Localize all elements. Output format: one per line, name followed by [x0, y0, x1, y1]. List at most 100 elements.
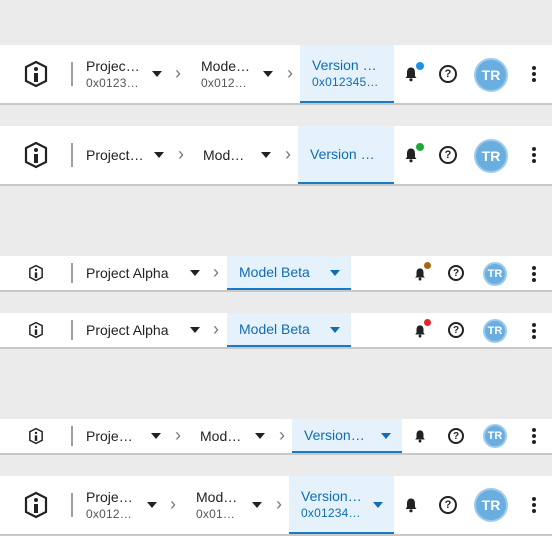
- notification-dot: [416, 62, 424, 70]
- model-id: 0x0123456789: [201, 76, 253, 90]
- help-icon[interactable]: ?: [439, 146, 457, 164]
- version-selector[interactable]: Version Gamma 0x0123456789: [300, 45, 394, 103]
- caret-down-icon[interactable]: [261, 152, 271, 158]
- model-label: Model Beta: [200, 428, 244, 444]
- model-selector[interactable]: Model Beta: [203, 126, 249, 184]
- bell-icon[interactable]: [413, 267, 427, 281]
- notification-dot: [424, 262, 431, 269]
- caret-down-icon[interactable]: [252, 502, 262, 508]
- chevron-right-icon: ›: [178, 144, 184, 164]
- nav-bar-4: Project Alpha › Model Beta ? TR: [0, 313, 552, 349]
- caret-down-icon[interactable]: [381, 433, 391, 439]
- bell-icon[interactable]: [403, 497, 419, 513]
- caret-down-icon[interactable]: [190, 327, 200, 333]
- chevron-right-icon: ›: [276, 494, 282, 514]
- avatar[interactable]: TR: [483, 319, 507, 343]
- caret-down-icon[interactable]: [330, 270, 340, 276]
- version-label: Version Gamma: [301, 488, 363, 504]
- caret-down-icon[interactable]: [263, 71, 273, 77]
- help-icon[interactable]: ?: [448, 265, 464, 281]
- help-icon[interactable]: ?: [448, 322, 464, 338]
- project-selector[interactable]: Project Alpha: [86, 256, 169, 290]
- info-logo-icon[interactable]: [22, 490, 50, 520]
- nav-bar-2: Project Alpha › Model Beta › Version Gam…: [0, 126, 552, 186]
- model-label: Model Beta: [196, 489, 240, 505]
- project-selector[interactable]: Project Alpha: [86, 126, 144, 184]
- version-label: Version Gamma: [304, 427, 366, 443]
- info-logo-icon[interactable]: [22, 59, 50, 89]
- help-icon[interactable]: ?: [448, 428, 464, 444]
- model-label: Model Beta: [201, 58, 253, 74]
- version-id: 0x0123456789: [312, 75, 384, 89]
- divider: [71, 320, 73, 340]
- version-selector[interactable]: Version Gamma: [298, 126, 394, 184]
- divider: [71, 62, 73, 86]
- project-selector[interactable]: Project Alpha: [86, 419, 138, 453]
- model-selector[interactable]: Model Beta 0x0123456789: [196, 476, 240, 534]
- project-selector[interactable]: Project Alpha: [86, 313, 169, 347]
- divider: [71, 263, 73, 283]
- version-label: Version Gamma: [312, 57, 384, 73]
- project-label: Project Alpha: [86, 428, 138, 444]
- chevron-right-icon: ›: [175, 425, 181, 445]
- caret-down-icon[interactable]: [373, 502, 383, 508]
- project-label: Project Alpha: [86, 489, 134, 505]
- caret-down-icon[interactable]: [152, 71, 162, 77]
- info-logo-icon[interactable]: [27, 427, 45, 445]
- more-vertical-icon[interactable]: [531, 266, 537, 282]
- caret-down-icon[interactable]: [190, 270, 200, 276]
- chevron-right-icon: ›: [279, 425, 285, 445]
- caret-down-icon[interactable]: [151, 433, 161, 439]
- avatar[interactable]: TR: [474, 488, 508, 522]
- more-vertical-icon[interactable]: [531, 497, 537, 513]
- avatar-initials: TR: [487, 268, 503, 280]
- project-label: Project Alpha: [86, 58, 142, 74]
- avatar[interactable]: TR: [483, 424, 507, 448]
- nav-bar-1: Project Alpha 0x0123456789 › Model Beta …: [0, 45, 552, 105]
- avatar[interactable]: TR: [483, 262, 507, 286]
- bell-icon[interactable]: [413, 324, 427, 338]
- chevron-right-icon: ›: [213, 319, 219, 339]
- more-vertical-icon[interactable]: [531, 323, 537, 339]
- model-selector[interactable]: Model Beta 0x0123456789: [201, 45, 253, 103]
- caret-down-icon[interactable]: [255, 433, 265, 439]
- project-label: Project Alpha: [86, 322, 169, 338]
- notification-dot: [416, 143, 424, 151]
- model-label: Model Beta: [203, 147, 249, 163]
- info-logo-icon[interactable]: [27, 264, 45, 282]
- avatar-initials: TR: [487, 325, 503, 337]
- help-icon[interactable]: ?: [439, 496, 457, 514]
- info-logo-icon[interactable]: [27, 321, 45, 339]
- more-vertical-icon[interactable]: [531, 147, 537, 163]
- avatar-initials: TR: [481, 148, 501, 164]
- version-id: 0x0123456789: [301, 506, 363, 520]
- model-label: Model Beta: [239, 321, 310, 337]
- nav-bar-3: Project Alpha › Model Beta ? TR: [0, 256, 552, 292]
- notification-dot: [424, 319, 431, 326]
- model-id: 0x0123456789: [196, 507, 240, 521]
- project-selector[interactable]: Project Alpha 0x0123456789: [86, 45, 142, 103]
- avatar[interactable]: TR: [474, 58, 508, 92]
- info-logo-icon[interactable]: [22, 140, 50, 170]
- chevron-right-icon: ›: [213, 262, 219, 282]
- caret-down-icon[interactable]: [154, 152, 164, 158]
- more-vertical-icon[interactable]: [531, 428, 537, 444]
- nav-bar-6: Project Alpha 0x0123456789 › Model Beta …: [0, 476, 552, 536]
- project-label: Project Alpha: [86, 147, 144, 163]
- avatar-initials: TR: [487, 430, 503, 442]
- model-selector[interactable]: Model Beta: [200, 419, 244, 453]
- project-id: 0x0123456789: [86, 507, 134, 521]
- chevron-right-icon: ›: [175, 63, 181, 83]
- caret-down-icon[interactable]: [330, 327, 340, 333]
- project-id: 0x0123456789: [86, 76, 142, 90]
- avatar-initials: TR: [481, 497, 501, 513]
- help-icon[interactable]: ?: [439, 65, 457, 83]
- project-label: Project Alpha: [86, 265, 169, 281]
- project-selector[interactable]: Project Alpha 0x0123456789: [86, 476, 134, 534]
- caret-down-icon[interactable]: [147, 502, 157, 508]
- model-label: Model Beta: [239, 264, 310, 280]
- more-vertical-icon[interactable]: [531, 66, 537, 82]
- avatar[interactable]: TR: [474, 139, 508, 173]
- chevron-right-icon: ›: [287, 63, 293, 83]
- bell-icon[interactable]: [413, 429, 427, 443]
